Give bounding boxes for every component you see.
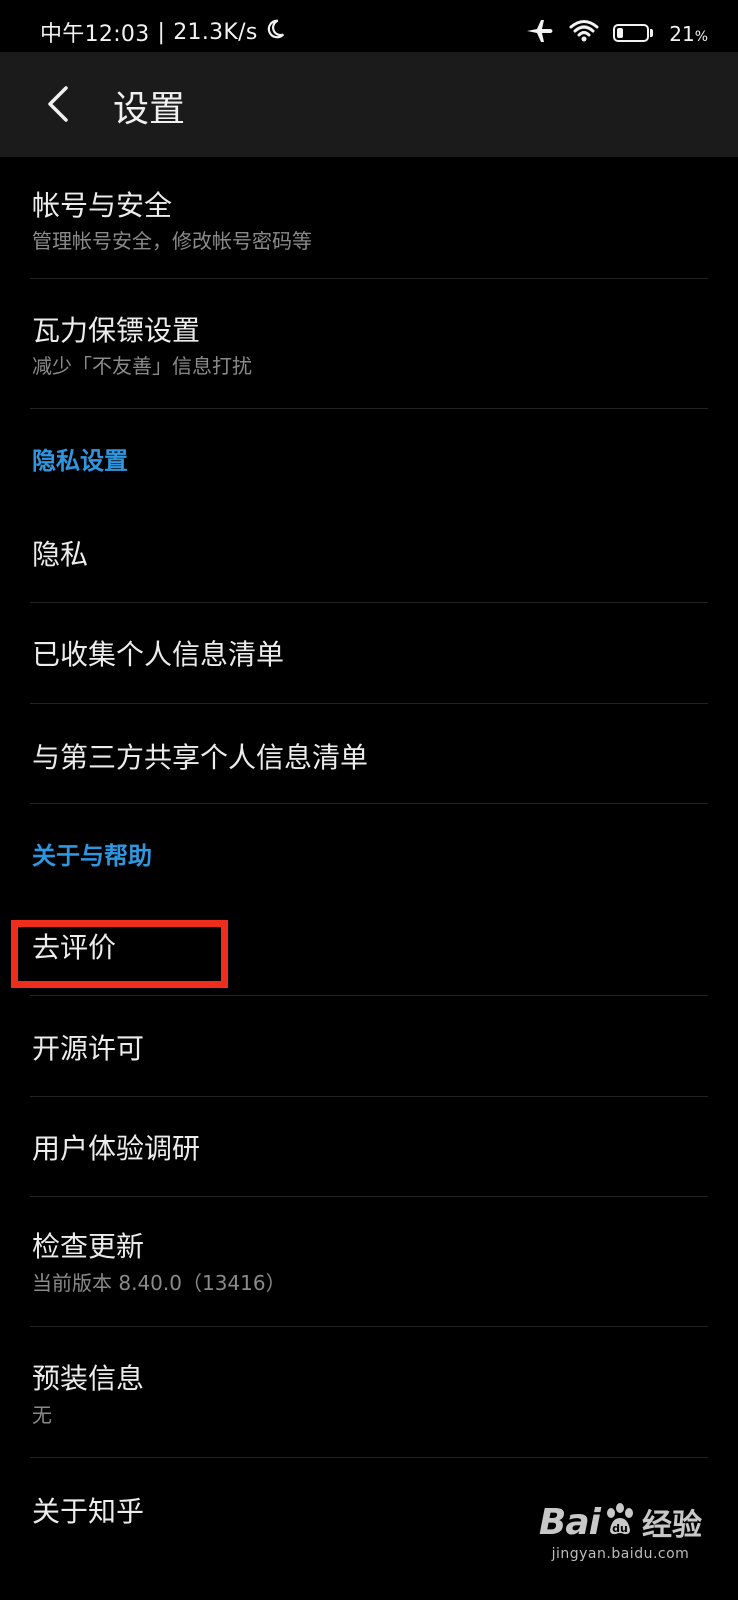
list-item-rate[interactable]: 去评价 [30,896,708,996]
list-item-collected-info[interactable]: 已收集个人信息清单 [30,603,708,704]
status-separator: | [157,19,166,45]
list-item-preinstall-info[interactable]: 预装信息 无 [30,1327,708,1458]
item-title: 预装信息 [32,1362,145,1395]
section-label: 隐私设置 [32,447,128,475]
back-button[interactable] [28,74,88,134]
item-subtitle: 当前版本 8.40.0（13416） [32,1271,286,1295]
section-header-privacy: 隐私设置 [30,409,708,503]
moon-icon [264,18,286,46]
list-item-check-update[interactable]: 检查更新 当前版本 8.40.0（13416） [30,1197,708,1327]
item-title: 与第三方共享个人信息清单 [32,741,369,774]
watermark-logo-row: Bai du 经验 [539,1500,702,1544]
status-time: 中午12:03 [40,22,150,47]
item-title: 瓦力保镖设置 [32,314,201,347]
item-title: 用户体验调研 [32,1132,201,1165]
svg-text:du: du [612,1522,628,1535]
item-title: 隐私 [32,538,89,571]
item-title: 关于知乎 [32,1495,145,1528]
page-title: 设置 [113,89,186,130]
item-title: 去评价 [32,931,117,964]
status-right: 21% [525,18,708,49]
item-title: 开源许可 [32,1032,145,1065]
watermark-url: jingyan.baidu.com [551,1546,690,1562]
list-item-open-source-license[interactable]: 开源许可 [30,996,708,1097]
battery-percentage: 21% [669,21,708,46]
item-title: 帐号与安全 [32,189,173,222]
item-subtitle: 无 [32,1403,52,1427]
list-item-guard-settings[interactable]: 瓦力保镖设置 减少「不友善」信息打扰 [30,279,708,409]
item-subtitle: 管理帐号安全，修改帐号密码等 [32,229,312,253]
airplane-icon [525,18,555,49]
item-title: 检查更新 [32,1230,145,1263]
list-item-shared-info[interactable]: 与第三方共享个人信息清单 [30,704,708,804]
paw-icon: du [602,1502,638,1542]
section-header-about-help: 关于与帮助 [30,804,708,896]
app-header: 设置 [0,52,738,157]
status-bar: 中午12:03 | 21.3K/s 21% [0,0,738,60]
list-item-privacy[interactable]: 隐私 [30,503,708,603]
list-item-ux-survey[interactable]: 用户体验调研 [30,1097,708,1197]
item-subtitle: 减少「不友善」信息打扰 [32,354,252,378]
watermark-logo-text: Bai [538,1501,601,1543]
watermark-jingyan-text: 经验 [642,1508,702,1543]
settings-list: 帐号与安全 管理帐号安全，修改帐号密码等 瓦力保镖设置 减少「不友善」信息打扰 … [0,157,738,1558]
section-label: 关于与帮助 [32,842,152,870]
item-title: 已收集个人信息清单 [32,638,285,671]
chevron-left-icon [48,86,68,122]
baidu-jingyan-watermark: Bai du 经验 jingyan.baidu.com [539,1500,702,1563]
list-item-account-security[interactable]: 帐号与安全 管理帐号安全，修改帐号密码等 [30,157,708,279]
battery-icon [613,23,655,44]
network-speed: 21.3K/s [173,19,258,45]
wifi-icon [569,19,599,48]
status-left: 中午12:03 | 21.3K/s [40,16,286,48]
